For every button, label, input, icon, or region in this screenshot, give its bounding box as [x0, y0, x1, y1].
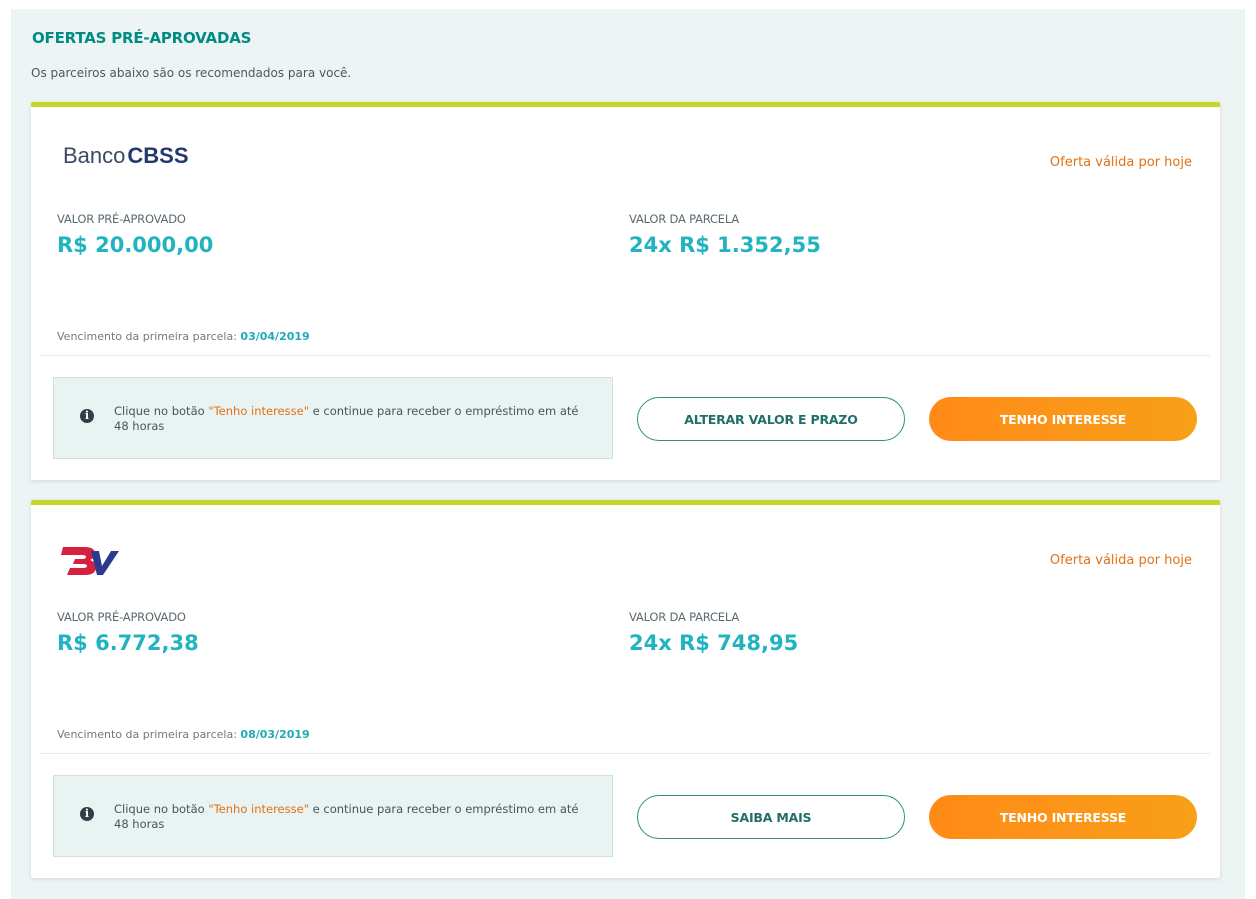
info-text: Clique no botão "Tenho interesse" e cont… [114, 404, 579, 433]
offer-card-bv: Oferta válida por hoje VALOR PRÉ-APROVAD… [31, 500, 1220, 878]
first-installment-due: Vencimento da primeira parcela: 03/04/20… [57, 330, 310, 343]
info-box: i Clique no botão "Tenho interesse" e co… [53, 377, 613, 459]
info-icon: i [80, 807, 94, 821]
banco-cbss-logo: BancoCBSS [63, 143, 189, 168]
offer-validity: Oferta válida por hoje [1049, 553, 1192, 568]
page-title: OFERTAS PRÉ-APROVADAS [32, 29, 252, 47]
page-subtitle: Os parceiros abaixo são os recomendados … [31, 66, 352, 80]
preapproved-value: R$ 6.772,38 [57, 631, 199, 655]
offer-validity: Oferta válida por hoje [1049, 155, 1192, 170]
installment-label: VALOR DA PARCELA [629, 212, 739, 226]
offers-page: OFERTAS PRÉ-APROVADAS Os parceiros abaix… [11, 9, 1245, 899]
offer-card-cbss: BancoCBSS Oferta válida por hoje VALOR P… [31, 102, 1220, 480]
change-amount-term-button[interactable]: ALTERAR VALOR E PRAZO [637, 397, 905, 441]
bv-logo [61, 547, 119, 575]
preapproved-value: R$ 20.000,00 [57, 233, 214, 257]
installment-label: VALOR DA PARCELA [629, 610, 739, 624]
info-box: i Clique no botão "Tenho interesse" e co… [53, 775, 613, 857]
divider [41, 355, 1210, 356]
installment-value: 24x R$ 748,95 [629, 631, 799, 655]
interest-button[interactable]: TENHO INTERESSE [929, 795, 1197, 839]
info-icon: i [80, 409, 94, 423]
first-installment-due: Vencimento da primeira parcela: 08/03/20… [57, 728, 310, 741]
info-text: Clique no botão "Tenho interesse" e cont… [114, 802, 579, 831]
due-date: 03/04/2019 [240, 330, 310, 343]
installment-value: 24x R$ 1.352,55 [629, 233, 821, 257]
preapproved-label: VALOR PRÉ-APROVADO [57, 610, 186, 624]
divider [41, 753, 1210, 754]
interest-button[interactable]: TENHO INTERESSE [929, 397, 1197, 441]
due-date: 08/03/2019 [240, 728, 310, 741]
learn-more-button[interactable]: SAIBA MAIS [637, 795, 905, 839]
preapproved-label: VALOR PRÉ-APROVADO [57, 212, 186, 226]
